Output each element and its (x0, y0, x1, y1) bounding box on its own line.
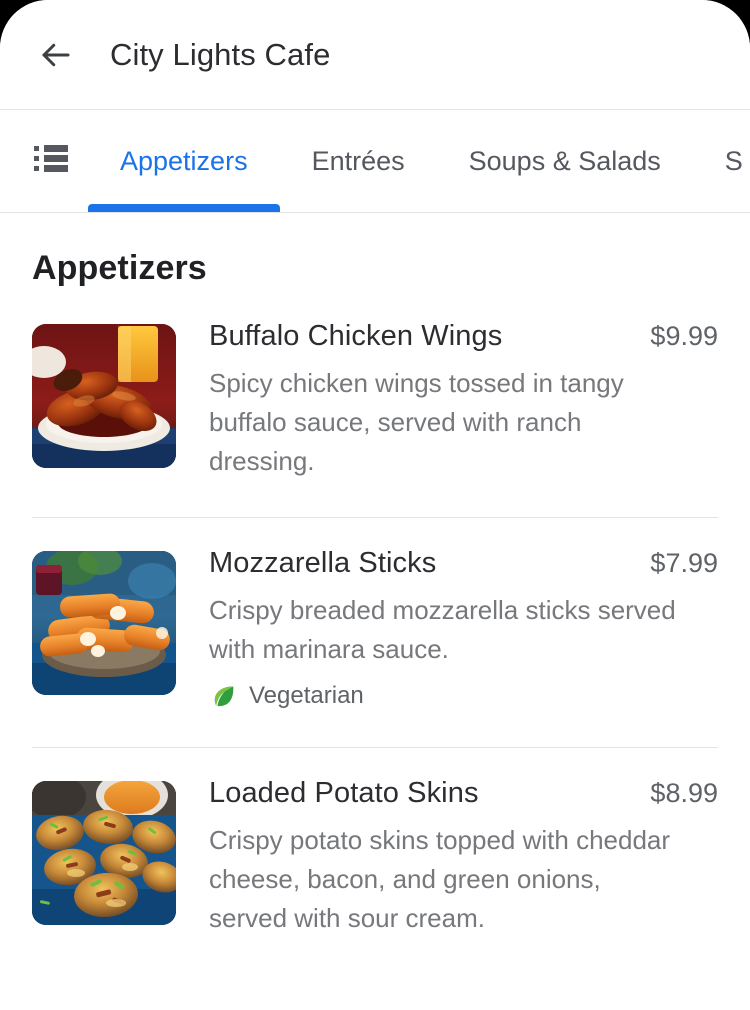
page-title: City Lights Cafe (110, 36, 331, 72)
arrow-back-icon (38, 37, 74, 73)
list-view-button[interactable] (0, 110, 88, 212)
app-screen: City Lights Cafe Appetizers Entrées Soup… (0, 0, 750, 1010)
menu-item-price: $8.99 (650, 778, 718, 808)
menu-item-image (32, 324, 176, 468)
menu-item-price: $7.99 (650, 548, 718, 578)
category-tab-bar: Appetizers Entrées Soups & Salads S (0, 110, 750, 213)
tab-label: Entrées (311, 145, 405, 176)
menu-item-header: Loaded Potato Skins $8.99 (209, 777, 718, 810)
menu-item-price: $9.99 (650, 321, 718, 351)
tab-soups-and-salads[interactable]: Soups & Salads (437, 110, 693, 212)
menu-item-description: Crispy potato skins topped with cheddar … (209, 825, 671, 933)
menu-item[interactable]: Buffalo Chicken Wings $9.99 Spicy chicke… (0, 320, 750, 481)
menu-item[interactable]: Mozzarella Sticks $7.99 Crispy breaded m… (0, 547, 750, 711)
leaf-icon (209, 681, 239, 711)
active-tab-indicator (88, 204, 280, 212)
menu-item-body: Loaded Potato Skins $8.99 Crispy potato … (176, 777, 718, 938)
list-view-icon (34, 145, 68, 177)
menu-item-description: Spicy chicken wings tossed in tangy buff… (209, 368, 624, 476)
menu-item-header: Mozzarella Sticks $7.99 (209, 547, 718, 580)
back-button[interactable] (32, 31, 80, 79)
menu-item-body: Mozzarella Sticks $7.99 Crispy breaded m… (176, 547, 718, 711)
section-heading: Appetizers (32, 249, 207, 287)
menu-item-name: Mozzarella Sticks (209, 547, 437, 579)
menu-item-image (32, 781, 176, 925)
tabs-scroller[interactable]: Appetizers Entrées Soups & Salads S (88, 110, 750, 212)
tab-entrees[interactable]: Entrées (280, 110, 437, 212)
tag-vegetarian: Vegetarian (209, 681, 364, 711)
tag-label: Vegetarian (249, 682, 364, 709)
menu-item-name: Loaded Potato Skins (209, 777, 479, 809)
menu-item-body: Buffalo Chicken Wings $9.99 Spicy chicke… (176, 320, 718, 481)
tab-label: Appetizers (120, 145, 248, 176)
app-bar: City Lights Cafe (0, 0, 750, 110)
tab-label: Soups & Salads (468, 145, 661, 176)
tab-appetizers[interactable]: Appetizers (88, 110, 280, 212)
menu-item-header: Buffalo Chicken Wings $9.99 (209, 320, 718, 353)
menu-item-name: Buffalo Chicken Wings (209, 320, 503, 352)
tab-next-truncated[interactable]: S (693, 110, 750, 212)
menu-item-description: Crispy breaded mozzarella sticks served … (209, 595, 676, 664)
menu-item[interactable]: Loaded Potato Skins $8.99 Crispy potato … (0, 777, 750, 938)
menu-content: Appetizers Buffalo Chicken Wings $9.99 S… (0, 213, 750, 1010)
menu-item-image (32, 551, 176, 695)
menu-item-tags: Vegetarian (209, 681, 718, 711)
tab-label: S (724, 145, 743, 176)
